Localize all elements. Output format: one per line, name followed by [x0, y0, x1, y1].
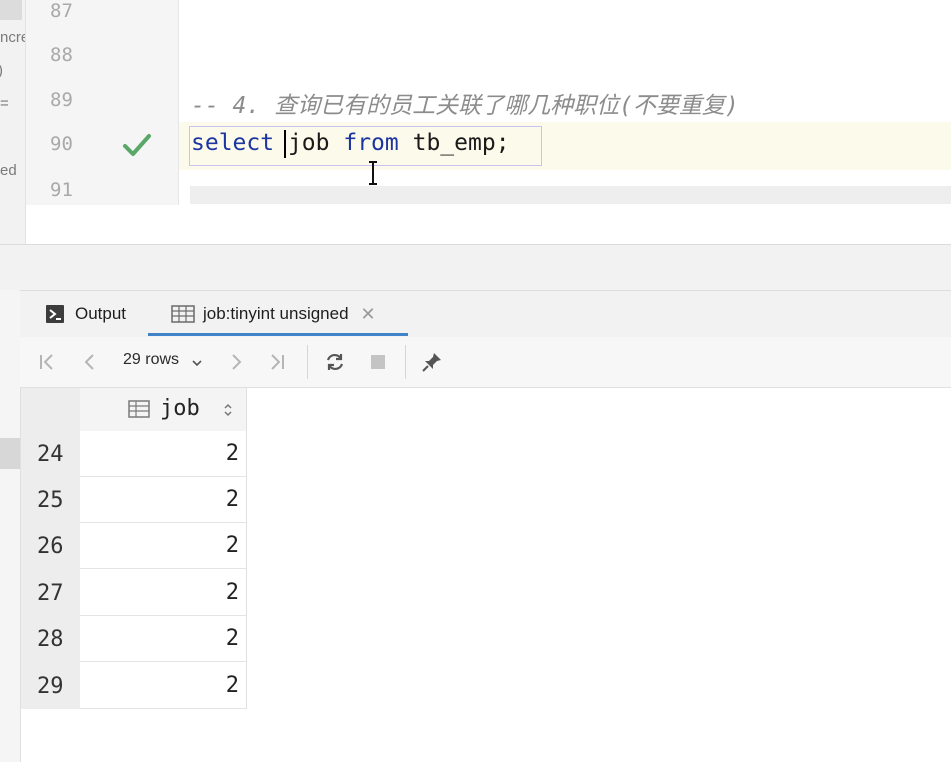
cell-job[interactable]: 2 [80, 431, 247, 477]
clipped-glyph: ) [0, 62, 3, 79]
next-page-icon[interactable] [225, 351, 247, 373]
sql-comment: -- 4. 查询已有的员工关联了哪几种职位(不要重复) [191, 93, 739, 119]
prev-page-icon[interactable] [79, 351, 101, 373]
table-row[interactable]: 29 2 [21, 663, 247, 709]
last-page-icon[interactable] [266, 351, 288, 373]
cell-job[interactable]: 2 [80, 477, 247, 523]
row-number: 26 [21, 523, 80, 569]
tab-output[interactable]: Output [45, 291, 126, 337]
table-row[interactable]: 26 2 [21, 523, 247, 569]
ibeam-cursor-icon [369, 161, 377, 185]
line-number: 91 [50, 179, 73, 201]
column-icon [128, 400, 150, 418]
editor-gutter [26, 0, 179, 205]
horizontal-scrollbar[interactable] [190, 186, 951, 204]
left-side-panel: ncre ) = ed [0, 0, 25, 245]
result-toolbar: 29 rows [20, 337, 951, 388]
output-icon [46, 305, 64, 323]
toolbar-separator [307, 345, 308, 379]
column-label: job [160, 396, 200, 421]
stop-icon[interactable] [367, 351, 389, 373]
line-number: 88 [50, 44, 73, 66]
row-marker [0, 438, 20, 469]
active-tab-underline [148, 333, 408, 336]
cell-job[interactable]: 2 [80, 570, 247, 616]
row-number: 25 [21, 477, 80, 523]
cell-job[interactable]: 2 [80, 663, 247, 709]
result-tab-bar: Output job:tinyint unsigned ✕ [20, 290, 951, 338]
first-page-icon[interactable] [36, 351, 58, 373]
clipped-label: = [0, 95, 9, 112]
keyword-select: select [191, 130, 275, 156]
table-row[interactable]: 28 2 [21, 616, 247, 662]
rows-count-dropdown[interactable]: 29 rows [123, 351, 179, 369]
column-header-job[interactable]: job [80, 388, 247, 432]
tab-label: job:tinyint unsigned [203, 304, 349, 323]
sort-icon[interactable] [223, 402, 233, 418]
text-caret [284, 130, 286, 158]
gutter-divider [178, 0, 179, 205]
grid-border [246, 388, 247, 709]
clipped-label: ed [0, 162, 17, 179]
table-row[interactable]: 24 2 [21, 431, 247, 477]
row-number: 29 [21, 663, 80, 709]
semicolon: ; [495, 130, 510, 156]
check-icon[interactable] [122, 132, 152, 158]
row-number: 28 [21, 616, 80, 662]
line-number: 89 [50, 89, 73, 111]
table-row[interactable]: 27 2 [21, 570, 247, 616]
panel-gap [0, 245, 951, 290]
row-number: 27 [21, 570, 80, 616]
pin-icon[interactable] [421, 351, 443, 373]
clipped-label: ncre [0, 29, 25, 46]
line-number: 90 [50, 133, 73, 155]
close-icon[interactable]: ✕ [361, 304, 376, 325]
identifier-table: tb_emp [412, 130, 496, 156]
refresh-icon[interactable] [324, 351, 346, 373]
table-icon [171, 305, 195, 323]
identifier-column: job [287, 130, 330, 156]
panel-block [0, 0, 22, 20]
chevron-down-icon[interactable] [190, 356, 204, 370]
keyword-from: from [343, 130, 399, 156]
cell-job[interactable]: 2 [80, 616, 247, 662]
table-row[interactable]: 25 2 [21, 477, 247, 523]
toolbar-separator [405, 345, 406, 379]
cell-job[interactable]: 2 [80, 523, 247, 569]
tab-label: Output [75, 304, 127, 323]
line-number: 87 [50, 0, 73, 22]
result-left-edge [0, 290, 21, 762]
row-number: 24 [21, 431, 80, 477]
tab-job-result[interactable]: job:tinyint unsigned ✕ [171, 291, 376, 337]
sql-statement[interactable]: select job from tb_emp; [191, 130, 510, 156]
